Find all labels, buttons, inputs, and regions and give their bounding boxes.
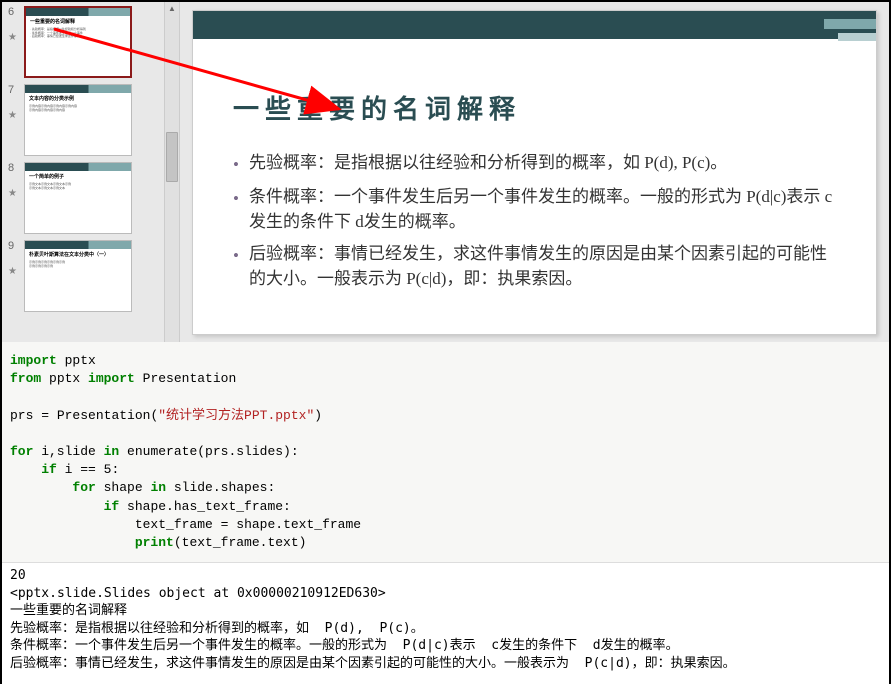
slide-title: 一些重要的名词解释 bbox=[233, 89, 876, 126]
output-line: 条件概率：一个事件发生后另一个事件发生的概率。一般的形式为 P(d|c)表示 c… bbox=[10, 637, 881, 655]
slide-thumbnail[interactable]: 朴素贝叶斯算法在文本分类中（一） 示例示例示例示例示例示例示例示例示例示例 bbox=[24, 240, 132, 312]
output-line: <pptx.slide.Slides object at 0x000002109… bbox=[10, 585, 881, 603]
star-icon: ★ bbox=[8, 32, 20, 43]
thumbnail-row-6[interactable]: 6 ★ 一些重要的名词解释 · 先验概率：是指根据以往经验和分析得到· 条件概率… bbox=[2, 6, 164, 78]
slide-number: 8 bbox=[8, 162, 24, 174]
code-line: from pptx import Presentation bbox=[10, 370, 881, 388]
code-line: text_frame = shape.text_frame bbox=[10, 516, 881, 534]
thumb-header-bar bbox=[25, 85, 131, 93]
thumb-header-bar bbox=[26, 8, 130, 16]
code-line: print(text_frame.text) bbox=[10, 534, 881, 552]
star-icon: ★ bbox=[8, 266, 20, 277]
thumb-header-bar bbox=[25, 241, 131, 249]
scrollbar-thumb[interactable] bbox=[166, 132, 178, 182]
thumb-title: 朴素贝叶斯算法在文本分类中（一） bbox=[25, 249, 131, 260]
slide-thumbnail-panel: 6 ★ 一些重要的名词解释 · 先验概率：是指根据以往经验和分析得到· 条件概率… bbox=[2, 2, 164, 342]
code-line bbox=[10, 388, 881, 406]
slide-number: 9 bbox=[8, 240, 24, 252]
thumb-body: 示例示例示例示例示例示例示例示例示例示例 bbox=[25, 260, 131, 269]
code-line: prs = Presentation("统计学习方法PPT.pptx") bbox=[10, 407, 881, 425]
code-line: import pptx bbox=[10, 352, 881, 370]
thumb-body: 示例文本示例文本示例文本示例示例文本示例文本示例文本 bbox=[25, 182, 131, 191]
code-line bbox=[10, 425, 881, 443]
output-line: 20 bbox=[10, 567, 881, 585]
output-line: 一些重要的名词解释 bbox=[10, 602, 881, 620]
code-line: for i,slide in enumerate(prs.slides): bbox=[10, 443, 881, 461]
bullet-text: 后验概率：事情已经发生，求这件事情发生的原因是由某个因素引起的可能性的大小。一般… bbox=[249, 241, 836, 292]
bullet-text: 条件概率：一个事件发生后另一个事件发生的概率。一般的形式为 P(d|c)表示 c… bbox=[249, 184, 836, 235]
slide-accent-icon bbox=[816, 19, 876, 49]
bullet-item: • 条件概率：一个事件发生后另一个事件发生的概率。一般的形式为 P(d|c)表示… bbox=[233, 184, 836, 235]
thumb-body: · 先验概率：是指根据以往经验和分析得到· 条件概率：一个事件发生后另一个事件·… bbox=[26, 27, 130, 40]
thumb-title: 一些重要的名词解释 bbox=[26, 16, 130, 27]
output-line: 后验概率：事情已经发生，求这件事情发生的原因是由某个因素引起的可能性的大小。一般… bbox=[10, 655, 881, 673]
thumb-header-bar bbox=[25, 163, 131, 171]
bullet-dot-icon: • bbox=[233, 152, 239, 178]
code-line: if i == 5: bbox=[10, 461, 881, 479]
thumbnail-scrollbar[interactable]: ▲ bbox=[164, 2, 180, 342]
slide-content: • 先验概率：是指根据以往经验和分析得到的概率，如 P(d), P(c)。 • … bbox=[233, 150, 836, 292]
output-line: 先验概率：是指根据以往经验和分析得到的概率，如 P(d), P(c)。 bbox=[10, 620, 881, 638]
slide-thumbnail[interactable]: 文本内容的分类示例 示例内容示例内容示例内容示例内容示例内容示例内容示例内容 bbox=[24, 84, 132, 156]
slide-number: 6 bbox=[8, 6, 24, 18]
notebook-section: import pptx from pptx import Presentatio… bbox=[2, 342, 889, 684]
main-slide-area: 一些重要的名词解释 • 先验概率：是指根据以往经验和分析得到的概率，如 P(d)… bbox=[180, 2, 889, 342]
scroll-up-icon[interactable]: ▲ bbox=[167, 4, 177, 14]
thumbnail-row-8[interactable]: 8 ★ 一个简单的例子 示例文本示例文本示例文本示例示例文本示例文本示例文本 bbox=[2, 162, 164, 234]
code-line: if shape.has_text_frame: bbox=[10, 498, 881, 516]
thumbnail-row-7[interactable]: 7 ★ 文本内容的分类示例 示例内容示例内容示例内容示例内容示例内容示例内容示例… bbox=[2, 84, 164, 156]
slide-top-bar bbox=[193, 11, 876, 39]
slide-number: 7 bbox=[8, 84, 24, 96]
thumb-title: 文本内容的分类示例 bbox=[25, 93, 131, 104]
code-line: for shape in slide.shapes: bbox=[10, 479, 881, 497]
bullet-item: • 先验概率：是指根据以往经验和分析得到的概率，如 P(d), P(c)。 bbox=[233, 150, 836, 178]
thumb-title: 一个简单的例子 bbox=[25, 171, 131, 182]
bullet-item: • 后验概率：事情已经发生，求这件事情发生的原因是由某个因素引起的可能性的大小。… bbox=[233, 241, 836, 292]
bullet-dot-icon: • bbox=[233, 243, 239, 292]
thumb-body: 示例内容示例内容示例内容示例内容示例内容示例内容示例内容 bbox=[25, 104, 131, 113]
presentation-viewer: 6 ★ 一些重要的名词解释 · 先验概率：是指根据以往经验和分析得到· 条件概率… bbox=[2, 2, 889, 342]
bullet-dot-icon: • bbox=[233, 186, 239, 235]
code-cell[interactable]: import pptx from pptx import Presentatio… bbox=[2, 342, 889, 563]
slide-thumbnail[interactable]: 一个简单的例子 示例文本示例文本示例文本示例示例文本示例文本示例文本 bbox=[24, 162, 132, 234]
star-icon: ★ bbox=[8, 110, 20, 121]
slide-thumbnail[interactable]: 一些重要的名词解释 · 先验概率：是指根据以往经验和分析得到· 条件概率：一个事… bbox=[24, 6, 132, 78]
thumbnail-row-9[interactable]: 9 ★ 朴素贝叶斯算法在文本分类中（一） 示例示例示例示例示例示例示例示例示例示… bbox=[2, 240, 164, 312]
main-slide[interactable]: 一些重要的名词解释 • 先验概率：是指根据以往经验和分析得到的概率，如 P(d)… bbox=[192, 10, 877, 335]
output-cell: 20 <pptx.slide.Slides object at 0x000002… bbox=[2, 563, 889, 676]
star-icon: ★ bbox=[8, 188, 20, 199]
bullet-text: 先验概率：是指根据以往经验和分析得到的概率，如 P(d), P(c)。 bbox=[249, 150, 836, 178]
